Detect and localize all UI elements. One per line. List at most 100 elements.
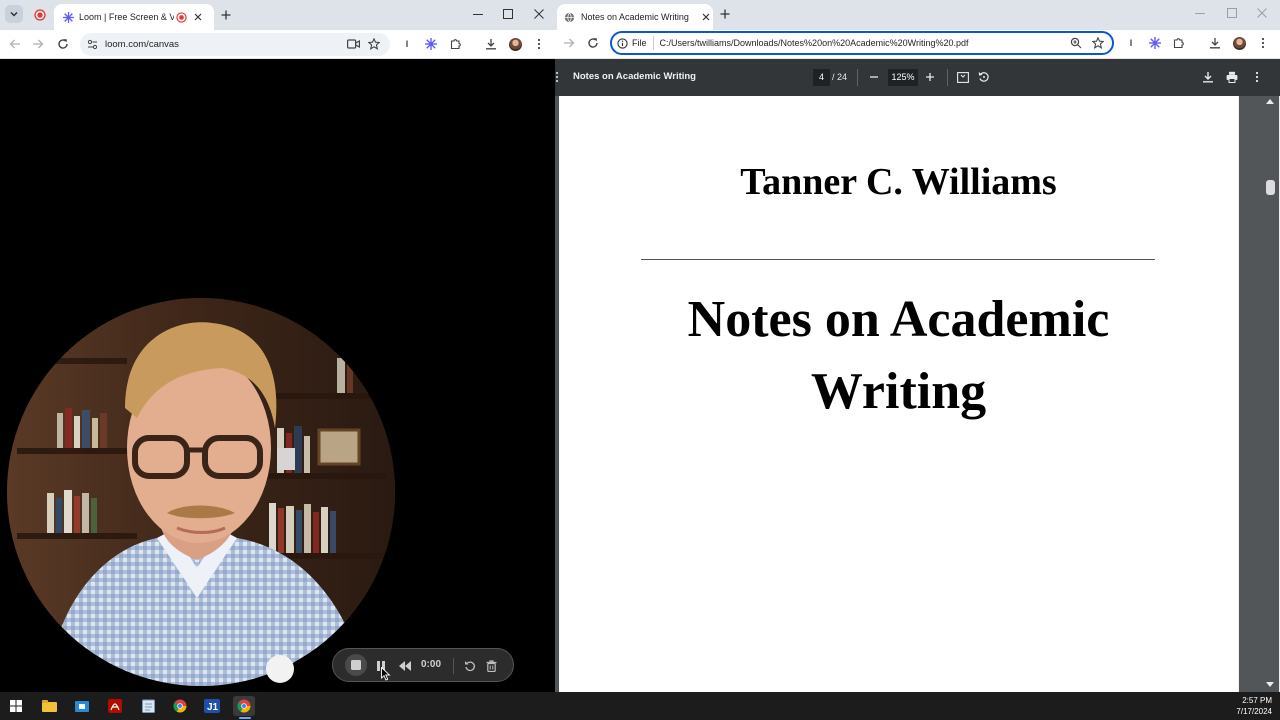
pdf-more-options-icon[interactable] (1247, 67, 1267, 87)
profile-initial-extension-icon[interactable]: I (1121, 33, 1141, 53)
url-divider (652, 36, 654, 50)
rotate-icon[interactable] (974, 67, 994, 87)
pdf-viewport[interactable]: Tanner C. Williams Notes on Academic Wri… (555, 96, 1280, 692)
pdf-horizontal-rule (641, 259, 1155, 260)
loom-recording-controls: 0:00 (332, 648, 514, 682)
extensions-puzzle-icon[interactable] (1169, 33, 1189, 53)
system-clock[interactable]: 2:57 PM 7/17/2024 (1212, 695, 1272, 717)
chrome-active-icon[interactable] (233, 696, 255, 716)
pdf-page: Tanner C. Williams Notes on Academic Wri… (559, 96, 1238, 692)
pdf-page-number-input[interactable]: 4 (813, 69, 830, 86)
stop-recording-button[interactable] (345, 654, 367, 676)
new-tab-plus-icon[interactable] (715, 4, 735, 24)
minimize-button[interactable] (1188, 3, 1212, 23)
profile-avatar[interactable] (505, 34, 525, 54)
reload-icon[interactable] (583, 33, 603, 53)
svg-text:J1: J1 (207, 702, 219, 713)
minimize-button[interactable] (466, 4, 490, 24)
zoom-level-input[interactable]: 125% (888, 69, 918, 86)
new-tab-plus-icon[interactable] (216, 5, 236, 25)
scroll-down-arrow-icon[interactable] (1266, 682, 1274, 688)
back-arrow-icon[interactable] (5, 34, 25, 54)
controls-divider (453, 658, 454, 674)
active-app-indicator (239, 717, 251, 719)
globe-favicon-icon (564, 12, 575, 23)
info-circle-icon[interactable] (617, 37, 628, 49)
pdf-sidebar-menu-icon[interactable] (555, 71, 559, 83)
webcam-resize-handle[interactable] (266, 655, 294, 683)
pdf-document-heading: Notes on Academic Writing (559, 284, 1238, 428)
zoom-magnifier-icon[interactable] (1066, 33, 1086, 53)
extensions-puzzle-icon[interactable] (446, 34, 466, 54)
loom-extension-icon[interactable] (1145, 33, 1165, 53)
url-scheme-label: File (632, 38, 647, 48)
pdf-scrollbar-thumb[interactable] (1266, 180, 1275, 195)
left-browser-window: Loom | Free Screen & Video (0, 0, 555, 692)
rewind-button[interactable] (395, 656, 415, 676)
pdf-download-icon[interactable] (1198, 67, 1218, 87)
forward-arrow-icon[interactable] (559, 33, 579, 53)
fit-to-page-icon[interactable] (953, 67, 973, 87)
tab-search-chevron-icon[interactable] (5, 5, 23, 23)
profile-avatar[interactable] (1229, 33, 1249, 53)
browser-menu-icon[interactable] (529, 34, 549, 54)
windows-taskbar: J1 2:57 PM 7/17/2024 (0, 692, 1280, 720)
store-icon[interactable] (71, 696, 93, 716)
pdf-viewer-toolbar: Notes on Academic Writing 4 / 24 125% (555, 59, 1280, 96)
right-toolbar: File C:/Users/twilliams/Downloads/Notes%… (555, 30, 1280, 59)
notepad-icon[interactable] (137, 696, 159, 716)
scroll-up-arrow-icon[interactable] (1266, 98, 1274, 104)
right-url-text: C:/Users/twilliams/Downloads/Notes%20on%… (659, 38, 969, 48)
site-info-icon[interactable] (87, 39, 98, 50)
left-tabstrip: Loom | Free Screen & Video (0, 0, 555, 30)
pdf-author-name: Tanner C. Williams (740, 161, 1057, 203)
loom-favicon-icon (63, 11, 74, 23)
downloads-icon[interactable] (481, 34, 501, 54)
chrome-icon[interactable] (169, 696, 191, 716)
browser-menu-icon[interactable] (1253, 33, 1273, 53)
close-window-button[interactable] (1250, 3, 1274, 23)
forward-arrow-icon[interactable] (28, 34, 48, 54)
clock-time: 2:57 PM (1242, 696, 1272, 705)
zoom-out-icon[interactable] (864, 67, 884, 87)
camera-icon[interactable] (343, 34, 363, 54)
bookmark-star-icon[interactable] (1088, 33, 1108, 53)
delete-recording-button[interactable] (481, 656, 501, 676)
webcam-bubble[interactable] (7, 298, 395, 686)
reload-icon[interactable] (53, 34, 73, 54)
downloads-icon[interactable] (1205, 33, 1225, 53)
maximize-button[interactable] (496, 4, 520, 24)
pdf-print-icon[interactable] (1222, 67, 1242, 87)
recording-tab-icon[interactable] (30, 5, 50, 25)
tab-loom[interactable]: Loom | Free Screen & Video (54, 4, 214, 30)
recording-timer: 0:00 (421, 659, 442, 670)
acrobat-icon[interactable] (104, 696, 126, 716)
zoom-in-icon[interactable] (920, 67, 940, 87)
tab-pdf-title: Notes on Academic Writing (581, 12, 689, 22)
tab-pdf[interactable]: Notes on Academic Writing (557, 4, 713, 30)
jupyter-app-icon[interactable]: J1 (201, 696, 223, 716)
tab-close-icon[interactable] (194, 13, 202, 21)
loom-extension-icon[interactable] (421, 34, 441, 54)
right-tabstrip: Notes on Academic Writing (555, 0, 1280, 30)
pdf-page-total: / 24 (832, 72, 848, 82)
pdf-document-title: Notes on Academic Writing (573, 71, 696, 82)
pdf-heading-line-1: Notes on Academic (687, 291, 1110, 348)
tab-loom-title: Loom | Free Screen & Video (79, 12, 174, 22)
pdf-heading-line-2: Writing (810, 363, 987, 420)
right-browser-window: Notes on Academic Writing File C:/Users/… (555, 0, 1280, 692)
close-window-button[interactable] (527, 4, 551, 24)
pdf-scrollbar-track[interactable] (1238, 96, 1280, 692)
tab-recording-indicator-icon (176, 11, 187, 23)
restart-recording-button[interactable] (460, 656, 480, 676)
maximize-button[interactable] (1220, 3, 1244, 23)
file-explorer-icon[interactable] (38, 696, 60, 716)
mouse-cursor-icon (381, 667, 391, 681)
left-toolbar: loom.com/canvas I (0, 30, 555, 59)
profile-initial-extension-icon[interactable]: I (397, 34, 417, 54)
windows-start-icon[interactable] (5, 696, 27, 716)
bookmark-star-icon[interactable] (364, 34, 384, 54)
right-omnibox[interactable]: File C:/Users/twilliams/Downloads/Notes%… (610, 31, 1114, 55)
pdf-toolbar-divider (857, 69, 858, 86)
tab-close-icon[interactable] (702, 13, 710, 21)
